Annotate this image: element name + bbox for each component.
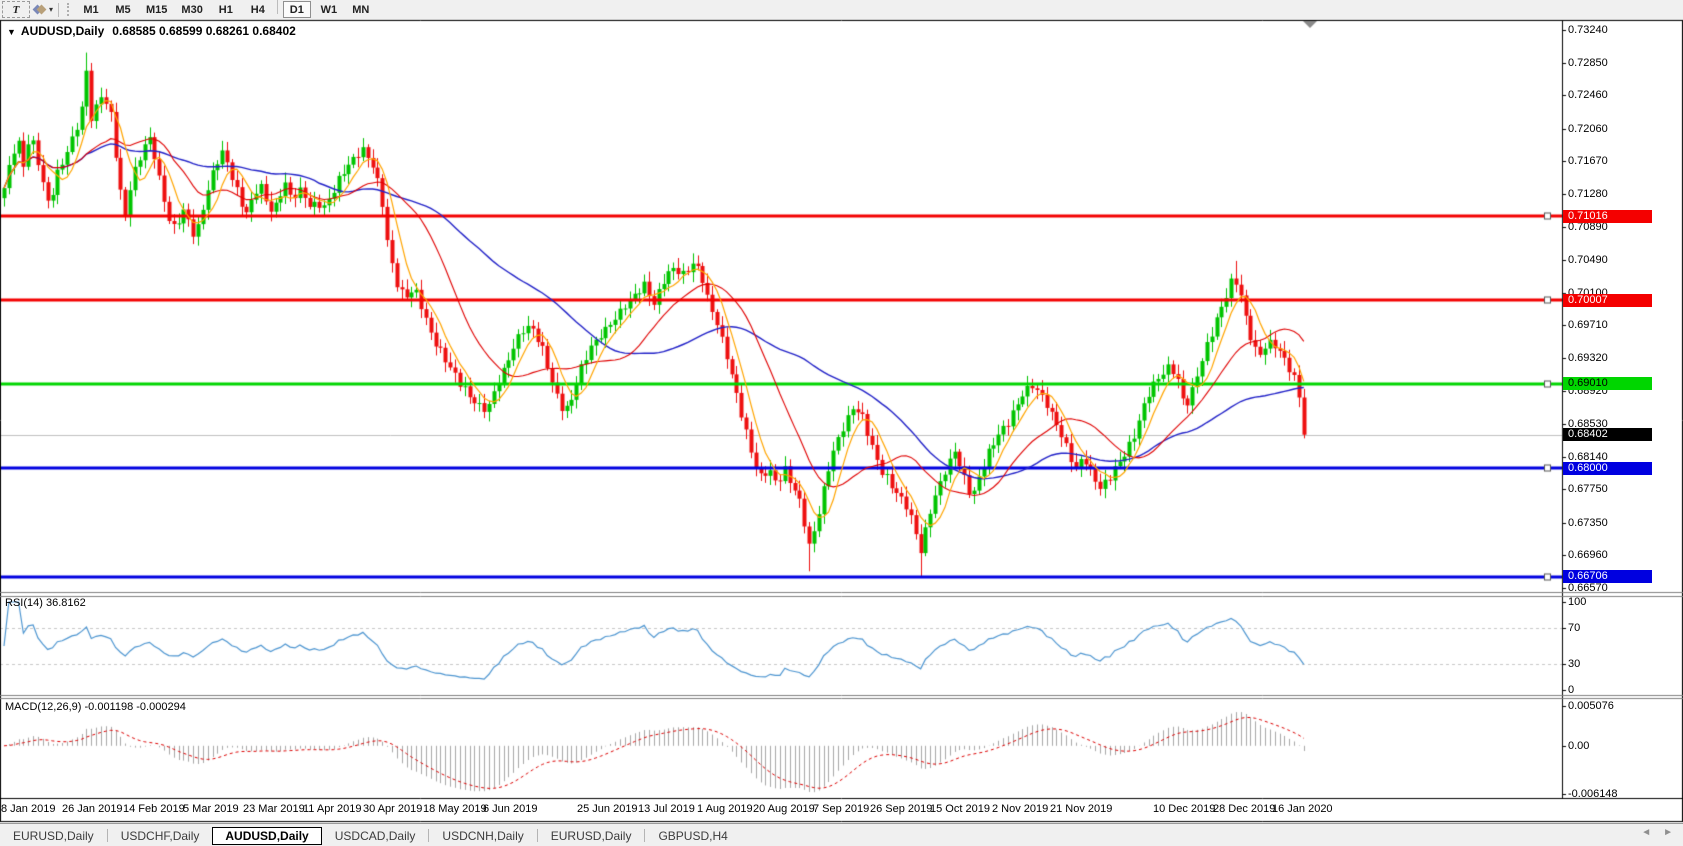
price-tick-label: 0.66960 <box>1568 549 1608 561</box>
date-axis-label: 30 Apr 2019 <box>363 803 422 815</box>
macd-tick-label: 0.00 <box>1568 740 1589 752</box>
chart-title: ▼ AUDUSD,Daily 0.68585 0.68599 0.68261 0.6… <box>7 24 296 38</box>
date-axis-label: 28 Dec 2019 <box>1213 803 1275 815</box>
tf-button-d1[interactable]: D1 <box>283 1 311 18</box>
date-axis-label: 21 Nov 2019 <box>1050 803 1112 815</box>
toolbar: T ▾ M1M5M15M30 H1H4 D1W1MN <box>0 0 1683 20</box>
tab-eurusd-daily[interactable]: EURUSD,Daily <box>0 827 107 845</box>
date-axis-label: 14 Feb 2019 <box>123 803 185 815</box>
date-axis-label: 6 Jun 2019 <box>483 803 537 815</box>
rsi-tick-label: 0 <box>1568 684 1574 696</box>
price-level-tag: 0.66706 <box>1563 570 1652 583</box>
chart-tab-bar: EURUSD,DailyUSDCHF,DailyAUDUSD,DailyUSDC… <box>0 823 1683 846</box>
tab-eurusd-daily[interactable]: EURUSD,Daily <box>538 827 645 845</box>
tf-button-h1[interactable]: H1 <box>212 1 240 18</box>
macd-tick-label: -0.006148 <box>1568 788 1618 800</box>
toolbar-separator <box>277 0 278 14</box>
price-tick-label: 0.72060 <box>1568 123 1608 135</box>
tf-button-m5[interactable]: M5 <box>109 1 137 18</box>
price-level-tag: 0.71016 <box>1563 210 1652 223</box>
price-level-tag: 0.68000 <box>1563 462 1652 475</box>
date-axis-label: 26 Sep 2019 <box>870 803 932 815</box>
tab-audusd-daily[interactable]: AUDUSD,Daily <box>212 827 321 845</box>
price-tick-label: 0.67750 <box>1568 483 1608 495</box>
chart-dropdown-icon[interactable]: ▼ <box>7 27 16 37</box>
chevron-down-icon: ▾ <box>49 5 53 14</box>
macd-indicator-label: MACD(12,26,9) -0.001198 -0.000294 <box>5 701 186 713</box>
rsi-tick-label: 70 <box>1568 622 1580 634</box>
price-tick-label: 0.72460 <box>1568 89 1608 101</box>
tab-usdcad-daily[interactable]: USDCAD,Daily <box>322 827 429 845</box>
tf-button-h4[interactable]: H4 <box>244 1 272 18</box>
rsi-name: RSI(14) <box>5 597 43 609</box>
price-tick-label: 0.71670 <box>1568 155 1608 167</box>
price-tick-label: 0.69710 <box>1568 319 1608 331</box>
price-tick-label: 0.71280 <box>1568 188 1608 200</box>
date-axis-label: 5 Mar 2019 <box>183 803 239 815</box>
chart-ohlc-values: 0.68585 0.68599 0.68261 0.68402 <box>112 24 296 38</box>
price-tick-label: 0.72850 <box>1568 57 1608 69</box>
tf-button-mn[interactable]: MN <box>347 1 375 18</box>
price-tick-label: 0.70490 <box>1568 254 1608 266</box>
tab-usdcnh-daily[interactable]: USDCNH,Daily <box>429 827 536 845</box>
tab-usdchf-daily[interactable]: USDCHF,Daily <box>108 827 213 845</box>
price-level-tag: 0.69010 <box>1563 377 1652 390</box>
date-axis-label: 7 Sep 2019 <box>813 803 869 815</box>
chart-symbol-label: AUDUSD,Daily <box>21 24 104 38</box>
tf-button-m1[interactable]: M1 <box>77 1 105 18</box>
toolbar-separator <box>58 3 59 17</box>
date-axis-label: 13 Jul 2019 <box>638 803 695 815</box>
date-axis-label: 1 Aug 2019 <box>697 803 753 815</box>
date-axis-label: 16 Jan 2020 <box>1272 803 1333 815</box>
styles-button[interactable]: ▾ <box>34 5 53 14</box>
rsi-tick-label: 100 <box>1568 596 1586 608</box>
rsi-tick-label: 30 <box>1568 658 1580 670</box>
rsi-indicator-label: RSI(14) 36.8162 <box>5 597 86 609</box>
date-axis-label: 2 Nov 2019 <box>992 803 1048 815</box>
timeframe-buttons: M1M5M15M30 H1H4 D1W1MN <box>75 0 377 19</box>
date-axis-label: 11 Apr 2019 <box>303 803 362 815</box>
date-axis-label: 10 Dec 2019 <box>1153 803 1215 815</box>
price-tick-label: 0.68140 <box>1568 451 1608 463</box>
price-tick-label: 0.73240 <box>1568 24 1608 36</box>
tf-button-w1[interactable]: W1 <box>315 1 343 18</box>
date-axis-label: 18 May 2019 <box>423 803 487 815</box>
tf-button-m30[interactable]: M30 <box>176 1 207 18</box>
macd-tick-label: 0.005076 <box>1568 700 1614 712</box>
chart-canvas[interactable] <box>0 0 1683 846</box>
date-axis-label: 8 Jan 2019 <box>1 803 55 815</box>
date-axis-label: 25 Jun 2019 <box>577 803 638 815</box>
tab-scroll-left-icon[interactable]: ◄ <box>1641 827 1651 838</box>
price-tick-label: 0.69320 <box>1568 352 1608 364</box>
date-axis-label: 20 Aug 2019 <box>753 803 815 815</box>
text-tool-button[interactable]: T <box>2 1 30 18</box>
price-tick-label: 0.66570 <box>1568 582 1608 594</box>
macd-name: MACD(12,26,9) <box>5 701 81 713</box>
tab-scroll-buttons: ◄ ► <box>1641 827 1673 838</box>
date-axis-label: 26 Jan 2019 <box>62 803 123 815</box>
tf-button-m15[interactable]: M15 <box>141 1 172 18</box>
tab-scroll-right-icon[interactable]: ► <box>1663 827 1673 838</box>
price-level-tag: 0.70007 <box>1563 294 1652 307</box>
toolbar-grip[interactable] <box>67 3 72 16</box>
mt4-window: T ▾ M1M5M15M30 H1H4 D1W1MN ▼ AUDUSD,Daily 0.… <box>0 0 1683 846</box>
price-tick-label: 0.67350 <box>1568 517 1608 529</box>
tab-gbpusd-h4[interactable]: GBPUSD,H4 <box>645 827 740 845</box>
macd-values: -0.001198 -0.000294 <box>84 701 185 713</box>
date-axis-label: 15 Oct 2019 <box>930 803 990 815</box>
current-price-tag: 0.68402 <box>1563 428 1652 441</box>
rsi-value: 36.8162 <box>46 597 86 609</box>
date-axis-label: 23 Mar 2019 <box>243 803 305 815</box>
